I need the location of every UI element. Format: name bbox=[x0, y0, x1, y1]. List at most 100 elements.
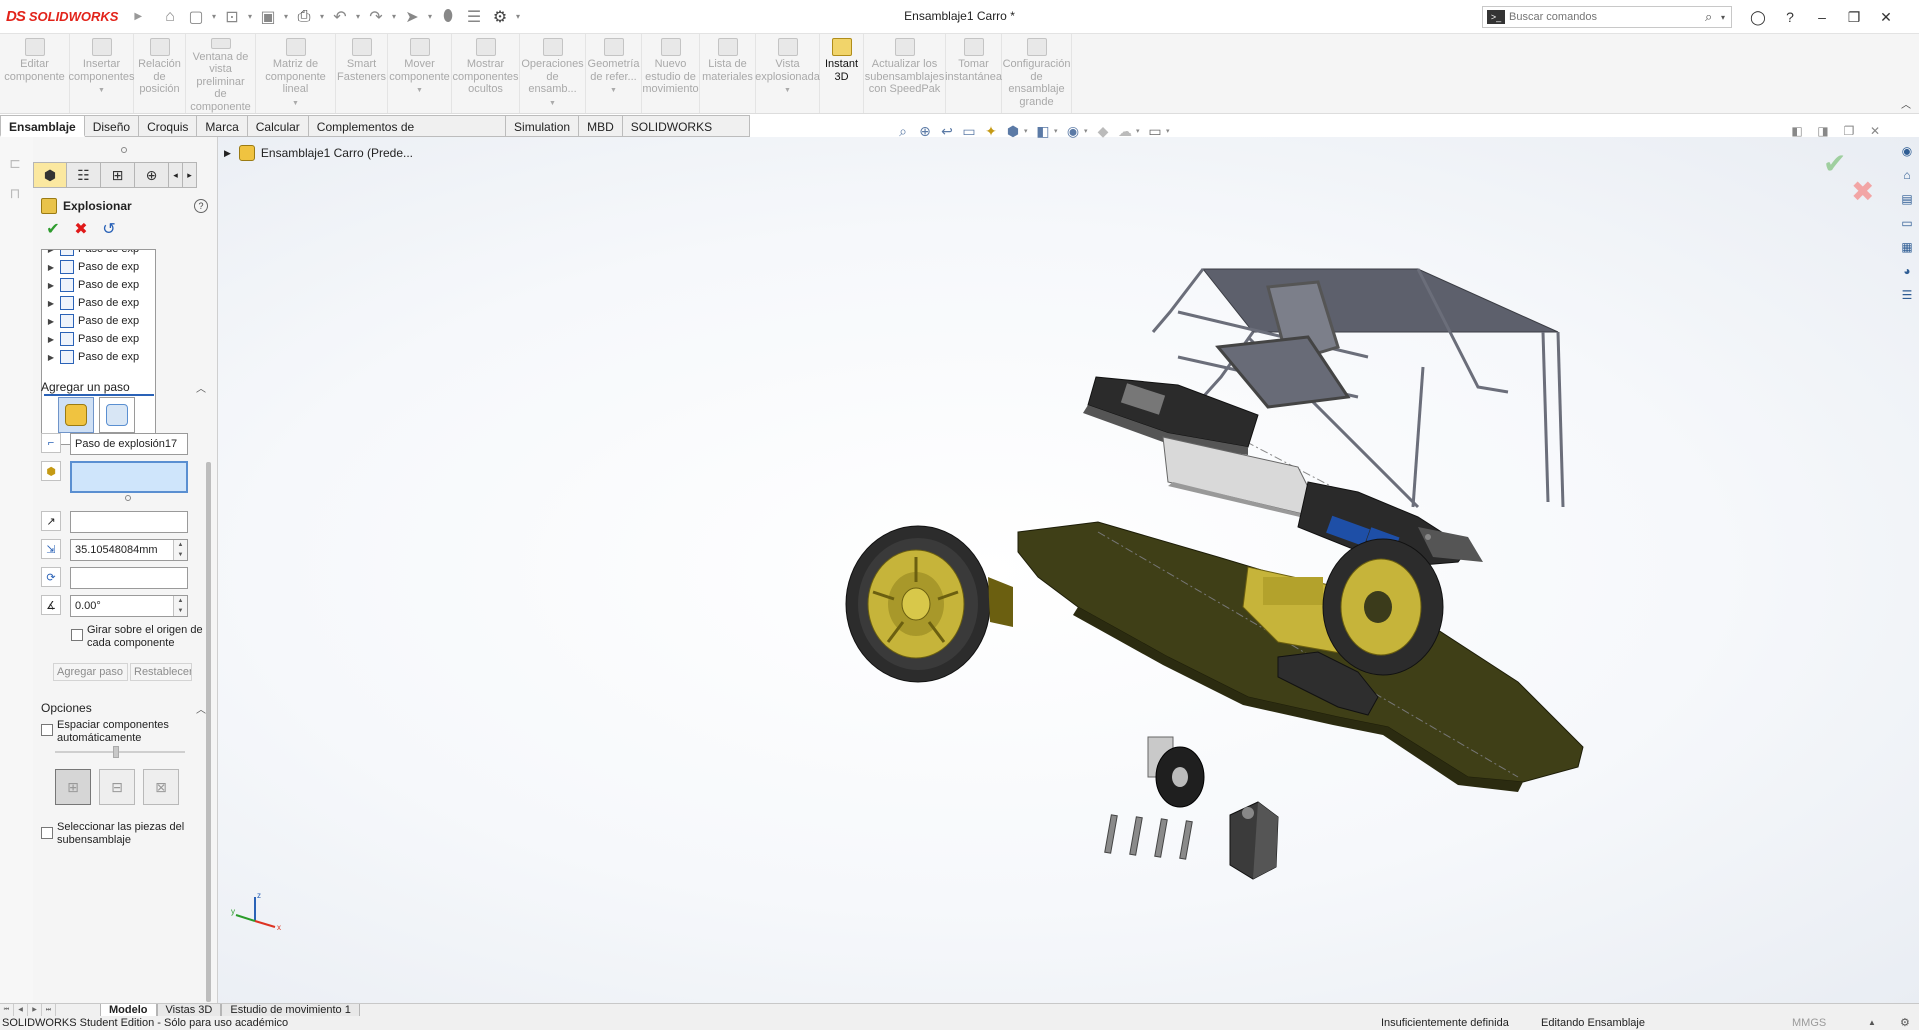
ribbon-button-0[interactable]: Editar componente bbox=[0, 34, 70, 113]
ribbon-dropdown-arrow-icon[interactable]: ▼ bbox=[292, 98, 299, 111]
ribbon-button-11[interactable]: Lista de materiales bbox=[700, 34, 756, 113]
customize-status-icon[interactable]: ⚙ bbox=[1900, 1016, 1910, 1030]
selection-resize-handle[interactable] bbox=[125, 495, 131, 501]
sketch-tool-icon[interactable]: ⊏ bbox=[4, 155, 26, 177]
feature-tree-root[interactable]: ▶ Ensamblaje1 Carro (Prede... bbox=[224, 145, 413, 161]
graphics-area[interactable]: ▶ Ensamblaje1 Carro (Prede... ✔ ✖ ◉ ⌂ ▤ … bbox=[218, 137, 1919, 1003]
tab-7[interactable]: MBD bbox=[579, 115, 623, 137]
search-input[interactable] bbox=[1509, 11, 1705, 23]
angle-spinner[interactable]: ▲ ▼ bbox=[173, 596, 187, 616]
tab-5[interactable]: Complementos de SOLIDWORKS bbox=[308, 115, 507, 156]
radial-step-button[interactable] bbox=[99, 397, 135, 433]
new-document-icon[interactable]: ▢ bbox=[183, 4, 209, 30]
open-dropdown-icon[interactable]: ▾ bbox=[245, 12, 255, 21]
units-status[interactable]: MMGS bbox=[1792, 1016, 1826, 1030]
display-style-icon[interactable]: ◧ bbox=[1032, 121, 1054, 141]
tab-0[interactable]: Ensamblaje bbox=[0, 115, 85, 137]
tab-8[interactable]: SOLIDWORKS CAM bbox=[622, 115, 750, 156]
step-expand-icon[interactable]: ▶ bbox=[42, 263, 60, 272]
angle-field[interactable]: 0.00° ▲ ▼ bbox=[70, 595, 188, 617]
auto-space-checkbox[interactable] bbox=[41, 724, 53, 736]
orientation-dropdown-icon[interactable]: ▾ bbox=[1024, 127, 1032, 135]
ribbon-button-4[interactable]: Matriz de componente lineal ▼ bbox=[256, 34, 336, 113]
search-icon[interactable]: ⌕ bbox=[1705, 9, 1721, 25]
explode-step-item[interactable]: ▶ Paso de exp bbox=[42, 348, 139, 366]
explode-step-item[interactable]: ▶ Paso de exp bbox=[42, 294, 139, 312]
ribbon-button-2[interactable]: Relación de posición bbox=[134, 34, 186, 113]
viewport-close-icon[interactable]: ✕ bbox=[1862, 122, 1888, 140]
explode-step-item[interactable]: ▶ Paso de exp bbox=[42, 330, 139, 348]
ribbon-button-5[interactable]: Smart Fasteners bbox=[336, 34, 388, 113]
tab-3[interactable]: Marca bbox=[197, 115, 248, 137]
view-orientation-icon[interactable]: ⬢ bbox=[1002, 121, 1024, 141]
save-icon[interactable]: ▣ bbox=[255, 4, 281, 30]
ribbon-dropdown-arrow-icon[interactable]: ▼ bbox=[98, 85, 105, 98]
ribbon-button-8[interactable]: Operaciones de ensamb... ▼ bbox=[520, 34, 586, 113]
redo-icon[interactable]: ↷ bbox=[363, 4, 389, 30]
edit-appearance-icon[interactable]: ◆ bbox=[1092, 121, 1114, 141]
options-section-header[interactable]: Opciones ︿ bbox=[41, 699, 206, 717]
tab-4[interactable]: Calcular bbox=[247, 115, 309, 137]
tab-6[interactable]: Simulation bbox=[506, 115, 580, 137]
undo-dropdown-icon[interactable]: ▾ bbox=[353, 12, 363, 21]
reset-button[interactable]: Restablecer bbox=[130, 663, 192, 681]
options-dropdown-icon[interactable]: ▾ bbox=[513, 12, 523, 21]
rotation-axis-field[interactable] bbox=[70, 567, 188, 589]
logo-menu-arrow-icon[interactable]: ▶ bbox=[134, 11, 142, 22]
feature-manager-tab-icon[interactable]: ⬢ bbox=[33, 162, 67, 188]
ribbon-button-1[interactable]: Insertar componentes ▼ bbox=[68, 34, 135, 113]
confirm-ok-icon[interactable]: ✔ bbox=[1823, 147, 1846, 180]
cancel-button[interactable]: ✖ bbox=[67, 220, 95, 240]
view-palette-icon[interactable]: ▦ bbox=[1897, 237, 1917, 257]
ribbon-button-7[interactable]: Mostrar componentes ocultos bbox=[452, 34, 520, 113]
distance-field[interactable]: 35.10548084mm ▲ ▼ bbox=[70, 539, 188, 561]
scene-dropdown-icon[interactable]: ▾ bbox=[1136, 127, 1144, 135]
folder-icon[interactable]: ▭ bbox=[1897, 213, 1917, 233]
tabs-scroll-left-icon[interactable]: ◂ bbox=[169, 162, 183, 188]
open-folder-icon[interactable]: ⊡ bbox=[219, 4, 245, 30]
auto-space-position-middle-button[interactable]: ⊟ bbox=[99, 769, 135, 805]
slider-thumb[interactable] bbox=[113, 746, 119, 758]
account-icon[interactable]: ◯ bbox=[1742, 4, 1774, 30]
splitter-handle[interactable] bbox=[121, 147, 127, 153]
smart-dimension-icon[interactable]: ⊓ bbox=[4, 185, 26, 207]
restore-icon[interactable]: ❐ bbox=[1838, 4, 1870, 30]
auto-space-position-end-button[interactable]: ⊠ bbox=[143, 769, 179, 805]
display-style-dropdown-icon[interactable]: ▾ bbox=[1054, 127, 1062, 135]
distance-spinner[interactable]: ▲ ▼ bbox=[173, 540, 187, 560]
explode-step-item[interactable]: ▶ Paso de exp bbox=[42, 258, 139, 276]
apply-scene-icon[interactable]: ☁ bbox=[1114, 121, 1136, 141]
step-expand-icon[interactable]: ▶ bbox=[42, 353, 60, 362]
ribbon-button-10[interactable]: Nuevo estudio de movimiento bbox=[642, 34, 700, 113]
previous-view-icon[interactable]: ↩ bbox=[936, 121, 958, 141]
section-view-icon[interactable]: ▭ bbox=[958, 121, 980, 141]
solidworks-resources-icon[interactable]: ◉ bbox=[1897, 141, 1917, 161]
select-subassembly-checkbox[interactable] bbox=[41, 827, 53, 839]
command-search[interactable]: >_ ⌕ ▾ bbox=[1482, 6, 1732, 28]
appearances-icon[interactable]: ◕ bbox=[1897, 261, 1917, 281]
hide-show-items-icon[interactable]: ◉ bbox=[1062, 121, 1084, 141]
redo-dropdown-icon[interactable]: ▾ bbox=[389, 12, 399, 21]
units-dropdown-icon[interactable]: ▲ bbox=[1868, 1016, 1876, 1030]
add-step-button[interactable]: Agregar paso bbox=[53, 663, 128, 681]
rotate-origin-checkbox[interactable] bbox=[71, 629, 83, 641]
ribbon-button-9[interactable]: Geometría de refer... ▼ bbox=[586, 34, 642, 113]
ribbon-dropdown-arrow-icon[interactable]: ▼ bbox=[416, 85, 423, 98]
print-dropdown-icon[interactable]: ▾ bbox=[317, 12, 327, 21]
zoom-to-area-icon[interactable]: ⊕ bbox=[914, 121, 936, 141]
save-dropdown-icon[interactable]: ▾ bbox=[281, 12, 291, 21]
confirm-cancel-icon[interactable]: ✖ bbox=[1851, 175, 1874, 208]
expand-arrow-icon[interactable]: ▶ bbox=[224, 148, 231, 159]
tab-1[interactable]: Diseño bbox=[84, 115, 140, 137]
ribbon-dropdown-arrow-icon[interactable]: ▼ bbox=[784, 85, 791, 98]
regular-step-button[interactable] bbox=[58, 397, 94, 433]
ribbon-button-15[interactable]: Tomar instantánea bbox=[945, 34, 1002, 113]
explode-step-item[interactable]: ▶ Paso de exp bbox=[42, 312, 139, 330]
minimize-icon[interactable]: – bbox=[1806, 4, 1838, 30]
view-settings-icon[interactable]: ▭ bbox=[1144, 121, 1166, 141]
tile-right-icon[interactable]: ◨ bbox=[1810, 122, 1836, 140]
exploded-car-model[interactable] bbox=[218, 137, 1919, 1003]
pm-scrollbar[interactable] bbox=[206, 462, 211, 1002]
ribbon-button-6[interactable]: Mover componente ▼ bbox=[388, 34, 452, 113]
new-dropdown-icon[interactable]: ▾ bbox=[209, 12, 219, 21]
